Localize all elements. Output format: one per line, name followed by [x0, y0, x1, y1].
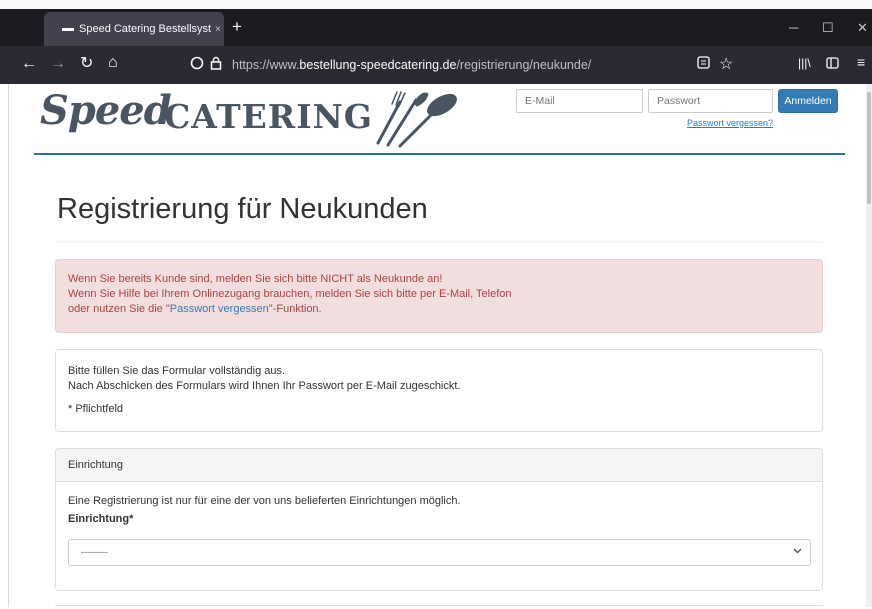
logo-cutlery-icon [370, 88, 462, 153]
einrichtung-info-text: Eine Registrierung ist nur für eine der … [68, 495, 461, 507]
password-field[interactable] [648, 89, 773, 113]
panel-heading: Einrichtung [56, 449, 822, 482]
lock-icon[interactable] [210, 56, 222, 73]
back-icon[interactable]: ← [21, 55, 37, 73]
info-line: Bitte füllen Sie das Formular vollständi… [68, 365, 286, 377]
logo-speed-text: Speed [40, 87, 172, 134]
new-tab-button[interactable]: + [232, 17, 242, 37]
reload-icon[interactable]: ↻ [80, 55, 93, 73]
logo-catering-text: CATERING [164, 97, 373, 136]
home-icon[interactable]: ⌂ [108, 54, 118, 72]
scrollbar-thumb[interactable] [867, 92, 871, 204]
tab-title: Speed Catering Bestellsystem [79, 23, 211, 35]
close-icon[interactable]: ✕ [857, 20, 868, 36]
email-field[interactable] [516, 89, 643, 113]
alert-line: Wenn Sie bereits Kunde sind, melden Sie … [68, 273, 443, 285]
next-panel-edge [55, 605, 823, 609]
select-value: --------- [81, 547, 108, 557]
panel-body: Eine Registrierung ist nur für eine der … [56, 482, 822, 538]
reader-view-icon[interactable] [697, 56, 710, 72]
login-button[interactable]: Anmelden [778, 89, 838, 113]
maximize-icon[interactable]: ☐ [822, 20, 834, 36]
alert-forgot-password-link[interactable]: Passwort vergessen [170, 303, 269, 315]
title-divider [55, 241, 823, 242]
page-left-border [8, 84, 9, 607]
bookmark-star-icon[interactable]: ☆ [719, 54, 733, 74]
window-top-strip [0, 0, 872, 9]
alert-line: Wenn Sie Hilfe bei Ihrem Onlinezugang br… [68, 288, 512, 300]
address-bar-url[interactable]: https://www.bestellung-speedcatering.de/… [232, 58, 591, 72]
warning-alert: Wenn Sie bereits Kunde sind, melden Sie … [55, 259, 823, 333]
info-panel: Bitte füllen Sie das Formular vollständi… [55, 349, 823, 432]
tab-close-icon[interactable]: × [215, 24, 221, 35]
forgot-password-link[interactable]: Passwort vergessen? [687, 118, 773, 128]
browser-tab[interactable]: Speed Catering Bestellsystem × [44, 12, 224, 46]
library-icon[interactable]: |||\ [798, 56, 811, 70]
forward-icon[interactable]: → [50, 55, 66, 73]
page-title: Registrierung für Neukunden [57, 193, 428, 225]
chevron-down-icon [793, 546, 802, 558]
required-note: * Pflichtfeld [68, 403, 124, 415]
minimize-icon[interactable]: ─ [789, 20, 798, 35]
header-divider [34, 153, 845, 155]
tab-favicon-icon [62, 27, 74, 31]
einrichtung-label: Einrichtung* [68, 513, 134, 525]
menu-icon[interactable]: ≡ [857, 54, 865, 70]
shield-icon[interactable] [190, 56, 204, 73]
einrichtung-select[interactable]: --------- [68, 539, 811, 566]
alert-line: oder nutzen Sie die "Passwort vergessen"… [68, 303, 322, 315]
einrichtung-panel: Einrichtung Eine Registrierung ist nur f… [55, 448, 823, 591]
sidebar-icon[interactable] [826, 56, 839, 72]
info-line: Nach Abschicken des Formulars wird Ihnen… [68, 380, 461, 392]
